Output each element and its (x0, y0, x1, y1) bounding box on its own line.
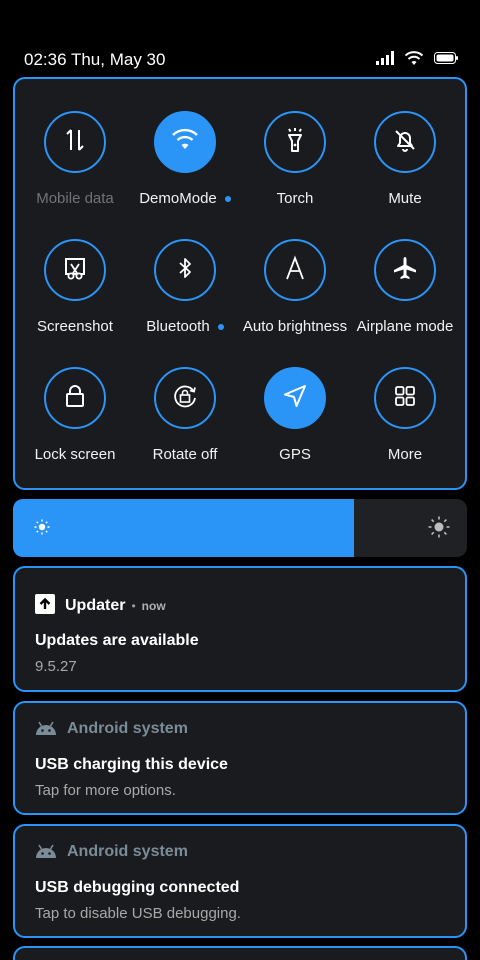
tile-rotate-off-button[interactable] (154, 367, 216, 429)
auto-brightness-icon (281, 254, 309, 287)
notification-app-name: Android system (67, 843, 188, 860)
tile-airplane-mode[interactable]: Airplane mode (350, 239, 460, 349)
lock-icon (61, 382, 89, 415)
tile-gps-button[interactable] (264, 367, 326, 429)
mobile-data-icon (61, 126, 89, 159)
notification-title: USB debugging connected (35, 879, 240, 896)
tile-demomode-button[interactable] (154, 111, 216, 173)
signal-icon (376, 50, 394, 70)
brightness-slider[interactable] (13, 499, 467, 557)
tile-more-button[interactable] (374, 367, 436, 429)
tile-mute[interactable]: Mute (350, 111, 460, 221)
tile-demomode-label: DemoMode (122, 190, 248, 207)
tile-airplane-mode-label: Airplane mode (356, 318, 454, 335)
tile-bluetooth-label: Bluetooth (122, 318, 248, 335)
tile-more[interactable]: More (350, 367, 460, 477)
status-clock: 02:36 Thu, May 30 (24, 50, 165, 70)
tile-bluetooth-indicator-dot (217, 324, 224, 331)
android-icon (35, 842, 57, 863)
flashlight-icon (281, 126, 309, 159)
notification-header: Updater • now (35, 593, 166, 619)
tile-lock-screen-button[interactable] (44, 367, 106, 429)
quick-settings-panel: Mobile data DemoMode Torch Mute Screensh… (13, 77, 467, 490)
notification-text: Tap for more options. (35, 782, 176, 799)
tile-gps[interactable]: GPS (240, 367, 350, 477)
tile-torch-button[interactable] (264, 111, 326, 173)
tile-auto-brightness-label: Auto brightness (242, 318, 348, 335)
notification-title: Updates are available (35, 632, 199, 649)
tile-airplane-mode-button[interactable] (374, 239, 436, 301)
tile-lock-screen[interactable]: Lock screen (20, 367, 130, 477)
tile-mute-label: Mute (388, 190, 422, 207)
notification-header: Android system (35, 840, 188, 864)
tile-demomode[interactable]: DemoMode (130, 111, 240, 221)
status-time: 02:36 (24, 50, 67, 69)
notification-usb-charging[interactable]: Android system USB charging this device … (13, 701, 467, 815)
airplane-icon (391, 254, 419, 287)
tile-bluetooth-button[interactable] (154, 239, 216, 301)
notification-updater[interactable]: Updater • now Updates are available 9.5.… (13, 566, 467, 692)
tile-torch[interactable]: Torch (240, 111, 350, 221)
location-arrow-icon (281, 382, 309, 415)
tile-rotate-off[interactable]: Rotate off (130, 367, 240, 477)
notification-app-name: Android system (67, 720, 188, 737)
notification-app-name: Updater (65, 597, 126, 614)
rotate-lock-icon (170, 381, 200, 416)
bell-off-icon (391, 126, 419, 159)
wifi-icon (404, 50, 424, 71)
scissors-icon (61, 254, 89, 287)
notification-separator: • (131, 599, 136, 613)
tile-mobile-data-button[interactable] (44, 111, 106, 173)
tile-auto-brightness[interactable]: Auto brightness (240, 239, 350, 349)
grid-icon (391, 382, 419, 415)
notification-next-peek[interactable] (13, 946, 467, 960)
tile-torch-label: Torch (276, 190, 314, 207)
tile-mobile-data[interactable]: Mobile data (20, 111, 130, 221)
tile-rotate-off-label: Rotate off (152, 446, 218, 463)
notification-text: 9.5.27 (35, 658, 77, 675)
notification-usb-debugging[interactable]: Android system USB debugging connected T… (13, 824, 467, 938)
status-date: Thu, May 30 (70, 50, 166, 69)
notification-time: now (141, 599, 166, 613)
status-bar: 02:36 Thu, May 30 (0, 0, 480, 76)
notification-title: USB charging this device (35, 756, 228, 773)
notification-header: Android system (35, 717, 188, 741)
status-icons (376, 50, 458, 70)
tile-screenshot[interactable]: Screenshot (20, 239, 130, 349)
wifi-icon (170, 127, 200, 158)
upload-arrow-icon (35, 593, 55, 619)
notification-text: Tap to disable USB debugging. (35, 905, 241, 922)
tile-mute-button[interactable] (374, 111, 436, 173)
tile-mobile-data-label: Mobile data (36, 190, 114, 207)
android-icon (35, 719, 57, 740)
brightness-slider-fill[interactable] (13, 499, 354, 557)
tile-more-label: More (387, 446, 423, 463)
tile-demomode-indicator-dot (224, 196, 231, 203)
tile-screenshot-label: Screenshot (37, 318, 113, 335)
tile-auto-brightness-button[interactable] (264, 239, 326, 301)
bluetooth-icon (171, 254, 199, 287)
brightness-high-icon (427, 515, 451, 544)
tile-gps-label: GPS (279, 446, 311, 463)
battery-icon (434, 51, 458, 69)
tile-screenshot-button[interactable] (44, 239, 106, 301)
brightness-low-icon (33, 518, 51, 541)
tile-bluetooth[interactable]: Bluetooth (130, 239, 240, 349)
tile-lock-screen-label: Lock screen (34, 446, 116, 463)
